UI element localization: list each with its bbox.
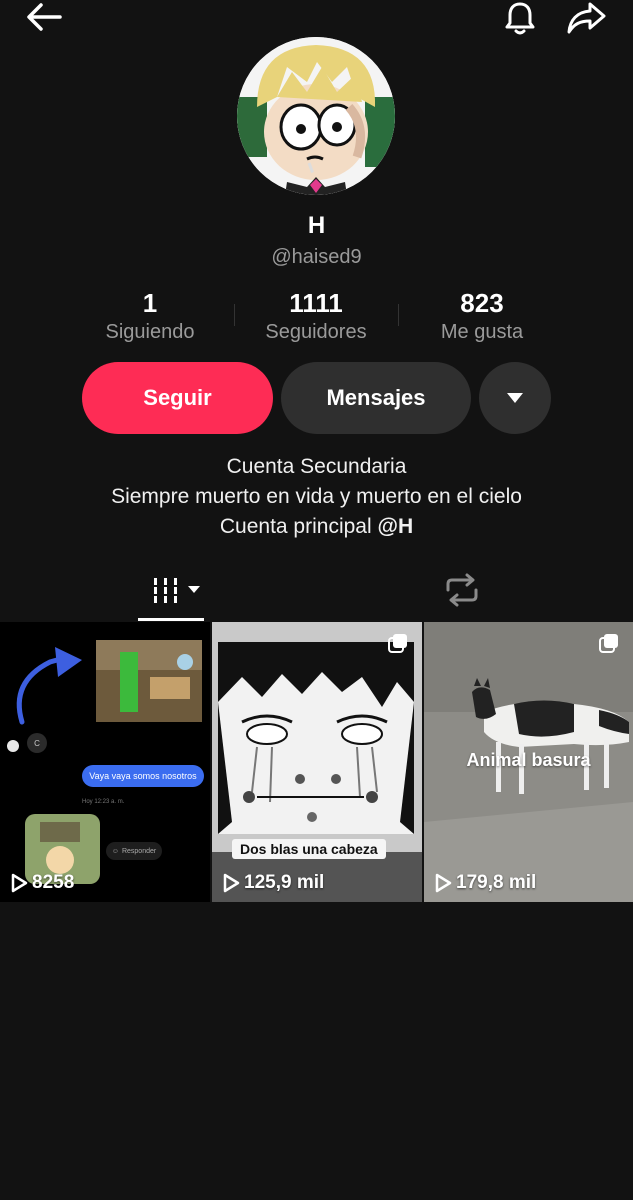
stat-divider	[234, 304, 235, 326]
video-caption: Dos blas una cabeza	[232, 839, 386, 859]
stat-following-label: Siguiendo	[105, 321, 195, 343]
avatar-image	[237, 37, 395, 195]
chat-timestamp: Hoy 12:23 a. m.	[82, 799, 125, 805]
tab-reposts[interactable]	[440, 570, 484, 610]
reply-pill: ☺ Responder	[106, 842, 162, 860]
video-views-count: 125,9 mil	[244, 872, 325, 893]
avatar[interactable]	[237, 37, 395, 195]
bio-line-text: Cuenta principal	[219, 515, 378, 538]
video-views-count: 179,8 mil	[456, 872, 537, 893]
video-thumbnail[interactable]: C Vaya vaya somos nosotros Hoy 12:23 a. …	[0, 622, 210, 902]
multi-image-icon	[599, 634, 618, 653]
play-icon	[11, 873, 28, 893]
arrow-left-icon[interactable]	[22, 0, 66, 36]
profile-bio: Cuenta Secundaria Siempre muerto en vida…	[0, 452, 633, 542]
video-thumbnail[interactable]: Animal basura 179,8 mil	[424, 622, 633, 902]
tab-videos[interactable]	[138, 566, 204, 622]
message-button[interactable]: Mensajes	[281, 362, 471, 434]
smile-icon: ☺	[111, 847, 119, 855]
stat-followers-value: 1111	[289, 288, 343, 318]
bio-line: Cuenta Secundaria	[226, 455, 407, 478]
play-icon	[435, 873, 452, 893]
video-thumbnail[interactable]: Dos blas una cabeza 125,9 mil	[212, 622, 422, 902]
top-bar	[0, 0, 633, 40]
share-icon[interactable]	[564, 0, 610, 38]
video-views-count: 8258	[32, 872, 75, 893]
video-grid: C Vaya vaya somos nosotros Hoy 12:23 a. …	[0, 622, 633, 902]
bell-icon[interactable]	[500, 0, 540, 38]
profile-handle: @haised9	[271, 246, 362, 268]
chat-message-bubble: Vaya vaya somos nosotros	[82, 765, 204, 787]
follow-button[interactable]: Seguir	[82, 362, 273, 434]
videos-grid-icon	[154, 578, 200, 603]
content-tabs	[0, 560, 633, 622]
profile-name: H	[307, 212, 326, 239]
repost-icon	[446, 573, 478, 607]
caret-down-icon	[507, 393, 523, 403]
video-views: 8258	[10, 872, 74, 894]
bio-mention-link[interactable]: @H	[377, 515, 413, 538]
video-caption: Animal basura	[466, 750, 591, 770]
video-thumbnail-image	[212, 622, 422, 902]
stat-likes[interactable]: 823 Me gusta	[402, 288, 562, 344]
stat-followers-label: Seguidores	[265, 321, 367, 343]
stat-divider	[398, 304, 399, 326]
stat-following[interactable]: 1 Siguiendo	[70, 288, 230, 344]
stat-likes-value: 823	[460, 288, 504, 318]
reply-label: Responder	[121, 847, 157, 855]
stat-following-value: 1	[142, 288, 158, 318]
multi-image-icon	[388, 634, 407, 653]
play-icon	[223, 873, 240, 893]
bio-line: Siempre muerto en vida y muerto en el ci…	[111, 485, 522, 508]
video-views: 125,9 mil	[222, 872, 324, 894]
video-views: 179,8 mil	[434, 872, 536, 894]
stat-followers[interactable]: 1111 Seguidores	[236, 288, 396, 344]
profile-stats: 1 Siguiendo 1111 Seguidores 823 Me gusta	[0, 288, 633, 348]
tab-active-indicator	[138, 618, 204, 621]
video-thumbnail-image	[0, 622, 210, 902]
more-options-button[interactable]	[479, 362, 551, 434]
stat-likes-label: Me gusta	[440, 321, 524, 343]
bio-line: Cuenta principal @H	[0, 512, 633, 542]
contact-avatar: C	[27, 733, 47, 753]
